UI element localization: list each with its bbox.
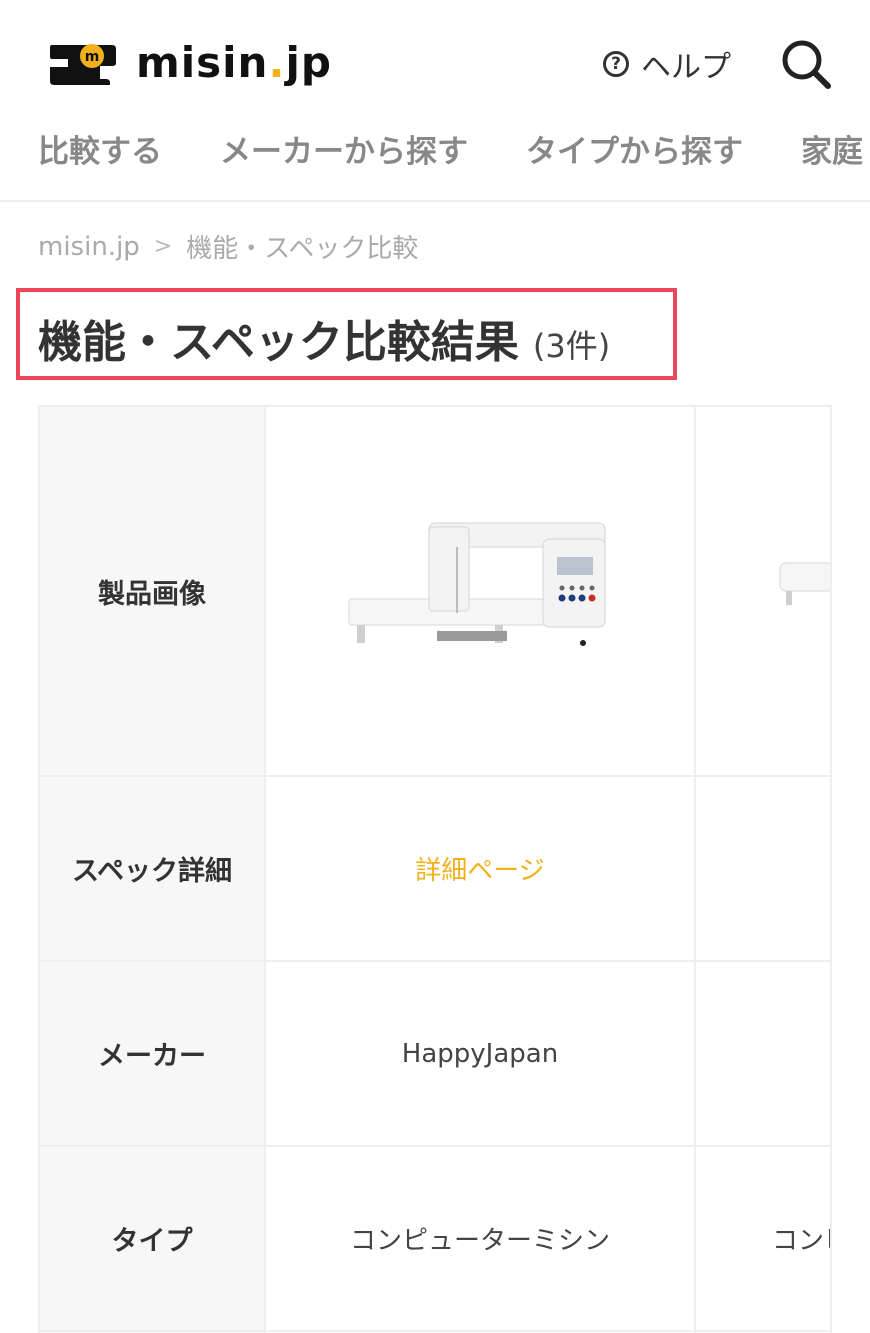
- type-cell-2: コンピ: [694, 1145, 830, 1332]
- nav-item-compare[interactable]: 比較する: [38, 126, 162, 171]
- chevron-right-icon: >: [153, 234, 173, 259]
- svg-text:m: m: [85, 49, 100, 65]
- row-header-spec: スペック詳細: [38, 775, 266, 962]
- table-row: スペック詳細 詳細ページ: [38, 775, 830, 962]
- nav-item-household[interactable]: 家庭: [801, 126, 863, 171]
- logo-wordmark: misin.jp: [136, 38, 332, 87]
- table-row: メーカー HappyJapan: [38, 960, 830, 1147]
- row-header-image: 製品画像: [38, 405, 266, 777]
- breadcrumb-current: 機能・スペック比較: [186, 234, 419, 264]
- site-logo[interactable]: m misin.jp: [48, 38, 332, 87]
- spec-cell: 詳細ページ: [264, 775, 696, 962]
- spec-cell-2: [694, 775, 830, 962]
- help-icon: ?: [603, 51, 629, 77]
- comparison-table[interactable]: 製品画像 スペック詳細 詳細ページ メーカー HappyJapan タイプ コン…: [38, 405, 832, 1333]
- type-cell: コンピューターミシン: [264, 1145, 696, 1332]
- sewing-machine-logo-icon: m: [48, 39, 118, 87]
- product-image-cell: [264, 405, 696, 777]
- row-header-type: タイプ: [38, 1145, 266, 1332]
- breadcrumb: misin.jp > 機能・スペック比較: [38, 228, 418, 265]
- maker-cell-2: [694, 960, 830, 1147]
- nav-item-by-type[interactable]: タイプから探す: [526, 126, 743, 171]
- row-header-maker: メーカー: [38, 960, 266, 1147]
- page-title: 機能・スペック比較結果 (3件): [38, 306, 610, 370]
- main-nav: 比較する メーカーから探す タイプから探す 家庭: [38, 126, 870, 171]
- sewing-machine-product-image-2[interactable]: [772, 553, 832, 623]
- page-title-text: 機能・スペック比較結果: [38, 317, 519, 368]
- help-label: ヘルプ: [641, 50, 731, 85]
- help-link[interactable]: ? ヘルプ: [603, 42, 731, 86]
- search-icon: [782, 40, 831, 89]
- search-button[interactable]: [778, 36, 834, 92]
- spec-detail-link[interactable]: 詳細ページ: [415, 856, 544, 886]
- nav-item-by-maker[interactable]: メーカーから探す: [220, 126, 468, 171]
- sewing-machine-product-image[interactable]: [345, 513, 615, 663]
- maker-cell: HappyJapan: [264, 960, 696, 1147]
- product-image-cell-2: [694, 405, 832, 777]
- breadcrumb-home[interactable]: misin.jp: [38, 232, 140, 262]
- table-row: 製品画像: [38, 405, 832, 777]
- site-header: m misin.jp ? ヘルプ 比較する メーカーから探す タイプから探す 家…: [0, 0, 870, 202]
- table-row: タイプ コンピューターミシン コンピ: [38, 1145, 830, 1332]
- result-count: (3件): [532, 327, 611, 365]
